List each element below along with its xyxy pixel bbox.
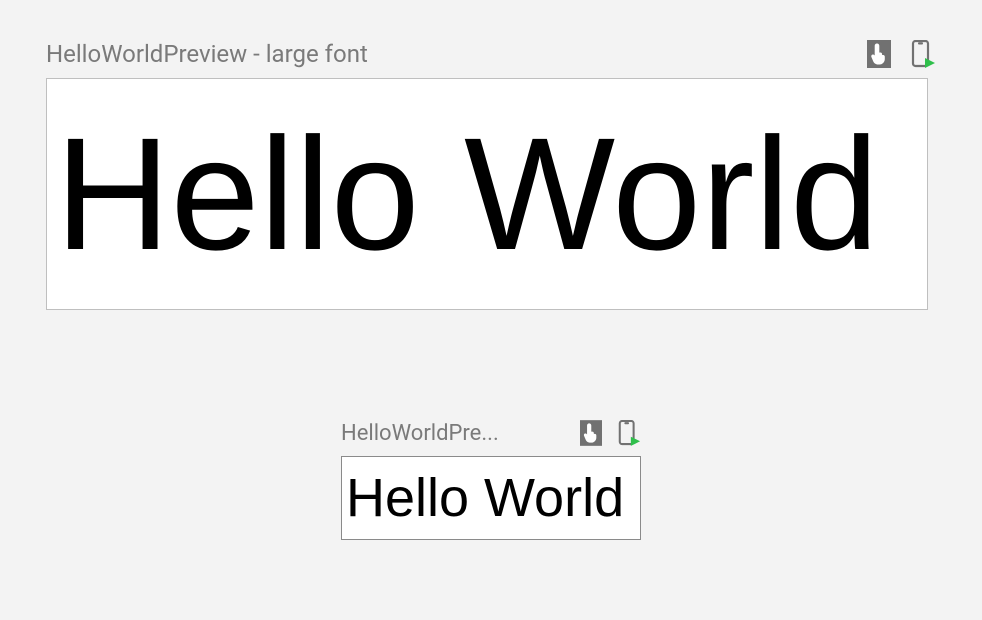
preview-text: Hello World — [55, 114, 879, 274]
preview-item-large: HelloWorldPreview - large font — [46, 40, 936, 310]
hand-pointer-icon — [580, 420, 602, 446]
device-run-icon — [910, 40, 936, 68]
preview-canvas[interactable]: Hello World — [341, 456, 641, 540]
hand-pointer-icon — [867, 40, 891, 68]
preview-toolbar — [579, 420, 641, 446]
preview-title: HelloWorldPre... — [341, 421, 567, 446]
run-preview-button[interactable] — [617, 420, 641, 446]
preview-text: Hello World — [346, 471, 624, 525]
run-preview-button[interactable] — [910, 40, 936, 68]
preview-pane: HelloWorldPreview - large font — [0, 0, 982, 540]
interactive-mode-button[interactable] — [579, 420, 603, 446]
preview-toolbar — [866, 40, 936, 68]
preview-header: HelloWorldPreview - large font — [46, 40, 936, 68]
device-run-icon — [617, 420, 641, 446]
preview-item-small: HelloWorldPre... — [341, 420, 641, 540]
preview-title: HelloWorldPreview - large font — [46, 40, 854, 68]
preview-canvas[interactable]: Hello World — [46, 78, 928, 310]
preview-header: HelloWorldPre... — [341, 420, 641, 446]
interactive-mode-button[interactable] — [866, 40, 892, 68]
